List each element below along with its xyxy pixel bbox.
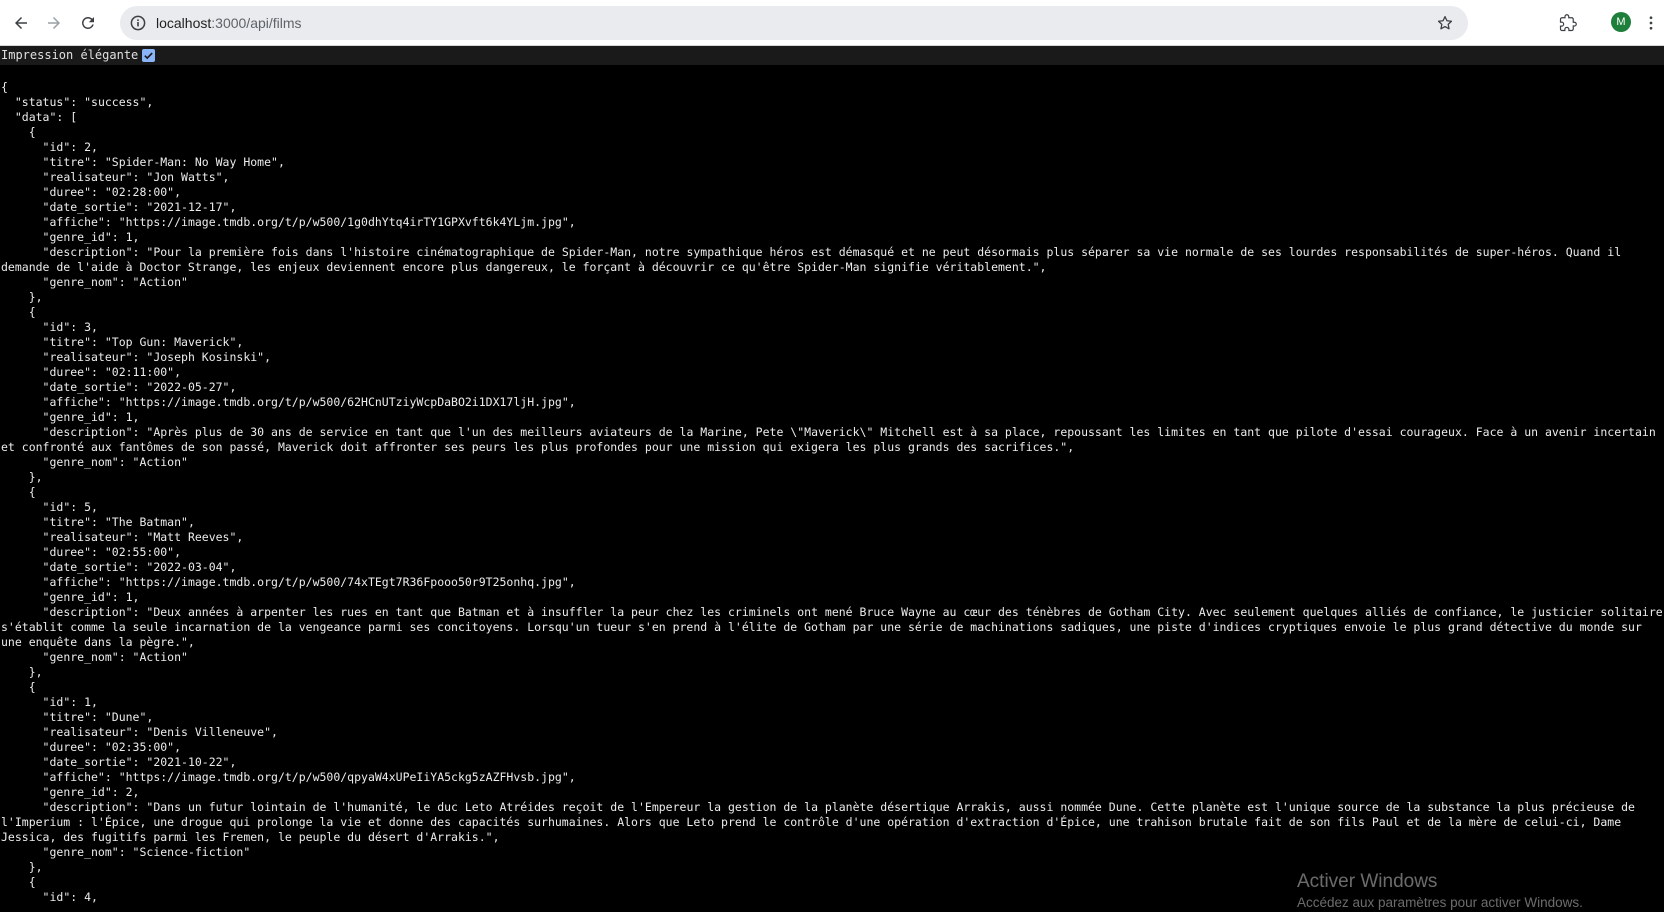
json-line: "date_sortie": "2022-03-04", — [1, 560, 237, 574]
browser-toolbar: localhost:3000/api/films M — [0, 0, 1664, 46]
json-line: "duree": "02:28:00", — [1, 185, 182, 199]
bookmark-star-icon[interactable] — [1434, 12, 1456, 34]
json-line: { — [1, 485, 36, 499]
json-line: "genre_id": 2, — [1, 785, 140, 799]
json-line: "titre": "Spider-Man: No Way Home", — [1, 155, 285, 169]
json-line: "id": 2, — [1, 140, 98, 154]
json-line: "titre": "Top Gun: Maverick", — [1, 335, 244, 349]
profile-avatar[interactable]: M — [1611, 12, 1631, 32]
json-line: "date_sortie": "2022-05-27", — [1, 380, 237, 394]
json-line: "date_sortie": "2021-12-17", — [1, 200, 237, 214]
url-path: :3000/api/films — [211, 15, 302, 31]
json-line: "titre": "Dune", — [1, 710, 154, 724]
json-line: "genre_nom": "Action" — [1, 455, 188, 469]
json-line: { — [1, 305, 36, 319]
arrow-right-icon — [48, 17, 60, 29]
json-line: "genre_nom": "Action" — [1, 650, 188, 664]
json-line: "id": 5, — [1, 500, 98, 514]
json-line: }, — [1, 470, 43, 484]
watermark-title: Activer Windows — [1297, 871, 1438, 892]
json-line: "duree": "02:35:00", — [1, 740, 182, 754]
json-line: "description": "Dans un futur lointain d… — [1, 800, 1642, 844]
more-vert-icon — [1649, 16, 1653, 30]
json-line: "titre": "The Batman", — [1, 515, 195, 529]
json-line: "realisateur": "Matt Reeves", — [1, 530, 244, 544]
json-line: "affiche": "https://image.tmdb.org/t/p/w… — [1, 395, 576, 409]
json-line: "description": "Pour la première fois da… — [1, 245, 1629, 274]
json-line: "genre_id": 1, — [1, 230, 140, 244]
json-line: "description": "Après plus de 30 ans de … — [1, 425, 1663, 454]
pretty-print-label: Impression élégante — [1, 48, 139, 62]
json-line: { — [1, 680, 36, 694]
pretty-print-checkbox[interactable] — [142, 49, 156, 62]
windows-activation-watermark: Activer Windows Accédez aux paramètres p… — [1297, 870, 1583, 912]
json-viewer: { "status": "success", "data": [ { "id":… — [0, 80, 1664, 910]
back-button[interactable] — [6, 8, 36, 38]
menu-button[interactable] — [1638, 8, 1664, 38]
forward-button[interactable] — [39, 8, 69, 38]
json-line: "genre_nom": "Action" — [1, 275, 188, 289]
json-line: { — [1, 80, 8, 94]
json-line: "affiche": "https://image.tmdb.org/t/p/w… — [1, 575, 576, 589]
json-line: "description": "Deux années à arpenter l… — [1, 605, 1663, 649]
json-line: "genre_nom": "Science-fiction" — [1, 845, 251, 859]
json-line: "affiche": "https://image.tmdb.org/t/p/w… — [1, 215, 576, 229]
info-icon[interactable] — [126, 11, 150, 35]
arrow-left-icon — [15, 17, 27, 29]
json-line: }, — [1, 665, 43, 679]
json-line: "affiche": "https://image.tmdb.org/t/p/w… — [1, 770, 576, 784]
json-line: "status": "success", — [1, 95, 154, 109]
reload-button[interactable] — [73, 8, 103, 38]
json-line: "id": 1, — [1, 695, 98, 709]
json-line: }, — [1, 290, 43, 304]
json-line: "realisateur": "Joseph Kosinski", — [1, 350, 272, 364]
address-bar[interactable]: localhost:3000/api/films — [120, 6, 1468, 40]
json-line: "id": 3, — [1, 320, 98, 334]
json-line: "data": [ — [1, 110, 78, 124]
json-line: { — [1, 125, 36, 139]
json-line: "realisateur": "Jon Watts", — [1, 170, 230, 184]
check-icon — [144, 52, 154, 60]
extensions-button[interactable] — [1553, 8, 1583, 38]
reload-icon — [81, 16, 94, 29]
json-line: "duree": "02:11:00", — [1, 365, 182, 379]
puzzle-icon — [1559, 14, 1577, 32]
json-line: "realisateur": "Denis Villeneuve", — [1, 725, 278, 739]
json-line: "duree": "02:55:00", — [1, 545, 182, 559]
json-line: "genre_id": 1, — [1, 410, 140, 424]
pretty-print-bar: Impression élégante — [0, 46, 1664, 65]
json-line: "date_sortie": "2021-10-22", — [1, 755, 237, 769]
watermark-subtitle: Accédez aux paramètres pour activer Wind… — [1297, 895, 1583, 910]
url-text[interactable]: localhost:3000/api/films — [156, 14, 302, 32]
url-host: localhost — [156, 15, 212, 31]
json-line: "genre_id": 1, — [1, 590, 140, 604]
